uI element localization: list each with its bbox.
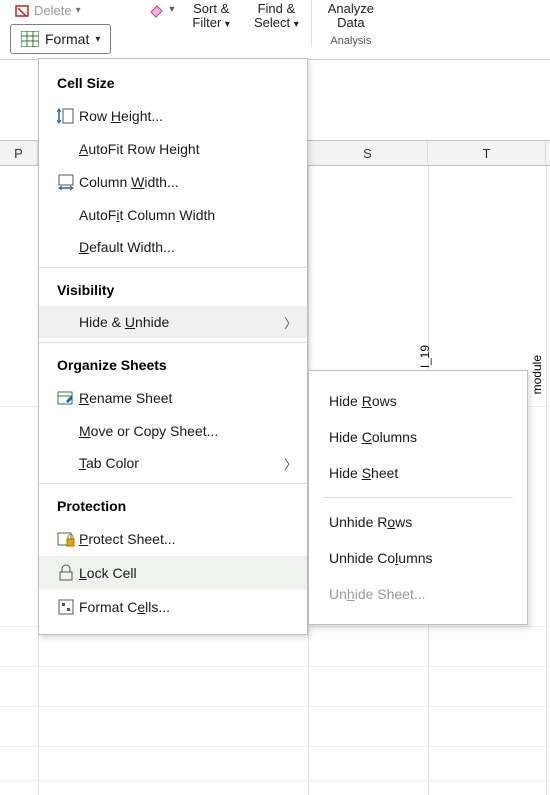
menu-col-width[interactable]: Column Width...: [39, 165, 307, 199]
menu-lock-cell[interactable]: Lock Cell: [39, 556, 307, 590]
col-width-icon: [53, 173, 79, 191]
find-label-2: Select: [254, 15, 290, 30]
menu-protect-sheet[interactable]: Protect Sheet...: [39, 522, 307, 556]
menu-tab-color-label: Tab Color: [79, 455, 139, 471]
protect-icon: [53, 530, 79, 548]
ribbon: Delete ▾ Format ▾ ▾ Sort & Filter ▾ Find…: [0, 0, 550, 60]
submenu-separator: [323, 497, 513, 498]
format-cells-icon: [53, 598, 79, 616]
menu-autofit-row[interactable]: AutoFit Row Height: [39, 133, 307, 165]
menu-lock-cell-label: Lock Cell: [79, 565, 137, 581]
submenu-unhide-rows[interactable]: Unhide Rows: [309, 504, 527, 540]
menu-row-height[interactable]: Row Height...: [39, 99, 307, 133]
lock-icon: [53, 564, 79, 582]
delete-button[interactable]: Delete ▾: [10, 0, 85, 20]
chevron-right-icon: 〉: [284, 454, 297, 473]
analyze-label-1: Analyze: [328, 2, 374, 16]
rename-icon: [53, 389, 79, 407]
menu-section-organize: Organize Sheets: [39, 347, 307, 381]
analysis-group-label: Analysis: [330, 35, 371, 47]
chevron-down-icon: ▾: [169, 4, 174, 15]
cell-label-2: module: [530, 355, 544, 394]
sort-label-2: Filter: [192, 15, 221, 30]
submenu-unhide-columns[interactable]: Unhide Columns: [309, 540, 527, 576]
menu-hide-unhide[interactable]: Hide & Unhide 〉: [39, 306, 307, 338]
chevron-down-icon: ▾: [294, 19, 299, 30]
menu-default-width[interactable]: Default Width...: [39, 231, 307, 263]
chevron-down-icon: ▾: [225, 19, 230, 30]
submenu-unhide-sheet: Unhide Sheet...: [309, 576, 527, 612]
hide-unhide-submenu: Hide Rows Hide Columns Hide Sheet Unhide…: [308, 370, 528, 625]
menu-autofit-col-label: AutoFit Column Width: [79, 207, 215, 223]
cell-label-1: l_19: [418, 345, 432, 368]
column-header-p[interactable]: P: [0, 141, 38, 165]
format-menu: Cell Size Row Height... AutoFit Row Heig…: [38, 58, 308, 635]
sort-filter-button[interactable]: Sort & Filter ▾: [180, 0, 242, 33]
menu-move-copy[interactable]: Move or Copy Sheet...: [39, 415, 307, 447]
submenu-hide-sheet[interactable]: Hide Sheet: [309, 455, 527, 491]
delete-icon: [14, 2, 30, 18]
menu-default-width-label: Default Width...: [79, 239, 175, 255]
menu-format-cells-label: Format Cells...: [79, 599, 170, 615]
menu-protect-sheet-label: Protect Sheet...: [79, 531, 176, 547]
delete-label: Delete: [34, 3, 72, 18]
analyze-data-button[interactable]: Analyze Data: [322, 0, 380, 33]
menu-autofit-col[interactable]: AutoFit Column Width: [39, 199, 307, 231]
column-header-t[interactable]: T: [428, 141, 546, 165]
eraser-icon: [147, 0, 165, 18]
menu-rename-sheet-label: Rename Sheet: [79, 390, 172, 406]
chevron-down-icon: ▾: [95, 34, 100, 45]
menu-section-protection: Protection: [39, 488, 307, 522]
chevron-down-icon: ▾: [76, 5, 81, 16]
menu-col-width-label: Column Width...: [79, 174, 179, 190]
format-button[interactable]: Format ▾: [10, 24, 111, 54]
menu-rename-sheet[interactable]: Rename Sheet: [39, 381, 307, 415]
chevron-right-icon: 〉: [284, 313, 297, 332]
menu-separator: [39, 267, 307, 268]
row-height-icon: [53, 107, 79, 125]
find-label-1: Find &: [258, 2, 296, 16]
menu-section-cell-size: Cell Size: [39, 65, 307, 99]
clear-button[interactable]: ▾: [147, 0, 174, 18]
format-label: Format: [45, 31, 89, 47]
menu-move-copy-label: Move or Copy Sheet...: [79, 423, 218, 439]
menu-separator: [39, 342, 307, 343]
analyze-label-2: Data: [337, 16, 364, 30]
menu-format-cells[interactable]: Format Cells...: [39, 590, 307, 624]
menu-tab-color[interactable]: Tab Color 〉: [39, 447, 307, 479]
menu-separator: [39, 483, 307, 484]
column-header-s[interactable]: S: [308, 141, 428, 165]
submenu-hide-columns[interactable]: Hide Columns: [309, 419, 527, 455]
menu-hide-unhide-label: Hide & Unhide: [79, 314, 169, 330]
menu-row-height-label: Row Height...: [79, 108, 163, 124]
find-select-button[interactable]: Find & Select ▾: [242, 0, 311, 33]
format-icon: [21, 31, 39, 47]
menu-autofit-row-label: AutoFit Row Height: [79, 141, 200, 157]
sort-label-1: Sort &: [193, 2, 229, 16]
submenu-hide-rows[interactable]: Hide Rows: [309, 383, 527, 419]
menu-section-visibility: Visibility: [39, 272, 307, 306]
